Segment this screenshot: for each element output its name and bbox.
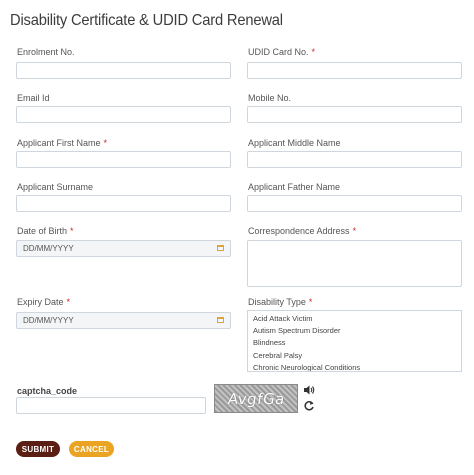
refresh-icon[interactable] (303, 400, 315, 412)
captcha-label: captcha_code (17, 386, 78, 396)
cancel-button[interactable]: CANCEL (69, 441, 114, 457)
submit-button[interactable]: SUBMIT (16, 441, 60, 457)
enrolment-no-label: Enrolment No. (17, 47, 75, 57)
required-marker: * (308, 297, 313, 307)
middle-name-label: Applicant Middle Name (248, 138, 341, 148)
required-marker: * (66, 297, 71, 307)
dob-placeholder: DD/MM/YYYY (23, 244, 74, 253)
captcha-image: AvgfGa (214, 384, 298, 413)
calendar-icon[interactable] (217, 317, 224, 323)
dob-input[interactable]: DD/MM/YYYY (16, 240, 231, 257)
mobile-no-input[interactable] (247, 106, 462, 123)
udid-card-no-label: UDID Card No. * (248, 47, 316, 57)
list-item[interactable]: Chronic Neurological Conditions (248, 362, 461, 371)
required-marker: * (70, 226, 74, 236)
expiry-date-input[interactable]: DD/MM/YYYY (16, 312, 231, 329)
list-item[interactable]: Autism Spectrum Disorder (248, 325, 461, 337)
expiry-date-placeholder: DD/MM/YYYY (23, 316, 74, 325)
dob-label: Date of Birth * (17, 226, 74, 236)
address-label: Correspondence Address * (248, 226, 357, 236)
enrolment-no-input[interactable] (16, 62, 231, 79)
father-name-label: Applicant Father Name (248, 182, 341, 192)
list-item[interactable]: Acid Attack Victim (248, 313, 461, 325)
father-name-input[interactable] (247, 195, 462, 212)
list-item[interactable]: Blindness (248, 337, 461, 349)
disability-type-listbox[interactable]: Acid Attack Victim Autism Spectrum Disor… (247, 310, 462, 372)
first-name-input[interactable] (16, 151, 231, 168)
email-id-input[interactable] (16, 106, 231, 123)
required-marker: * (311, 47, 316, 57)
middle-name-input[interactable] (247, 151, 462, 168)
page-title: Disability Certificate & UDID Card Renew… (10, 12, 283, 29)
email-id-label: Email Id (17, 93, 50, 103)
surname-label: Applicant Surname (17, 182, 94, 192)
udid-card-no-input[interactable] (247, 62, 462, 79)
required-marker: * (103, 138, 108, 148)
expiry-date-label: Expiry Date * (17, 297, 71, 307)
captcha-image-text: AvgfGa (226, 389, 286, 408)
list-item[interactable]: Cerebral Palsy (248, 350, 461, 362)
disability-type-label: Disability Type * (248, 297, 313, 307)
speaker-icon[interactable] (303, 384, 315, 396)
udid-renewal-form: Disability Certificate & UDID Card Renew… (0, 0, 474, 475)
first-name-label: Applicant First Name * (17, 138, 108, 148)
mobile-no-label: Mobile No. (248, 93, 292, 103)
required-marker: * (352, 226, 357, 236)
captcha-input[interactable] (16, 397, 206, 414)
calendar-icon[interactable] (217, 245, 224, 251)
surname-input[interactable] (16, 195, 231, 212)
address-textarea[interactable] (247, 240, 462, 287)
